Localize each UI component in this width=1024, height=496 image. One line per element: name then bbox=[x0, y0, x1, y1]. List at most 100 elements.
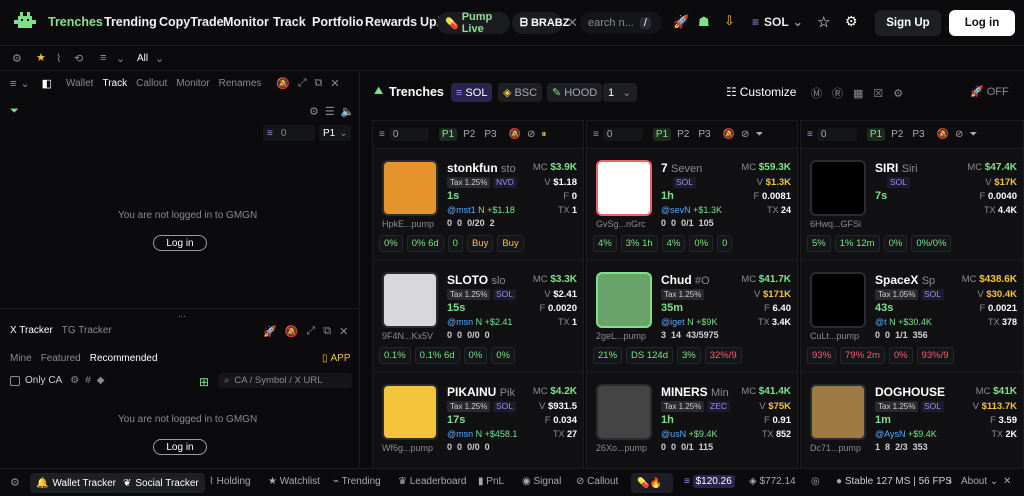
gmgn-logo[interactable] bbox=[14, 12, 36, 32]
m-icon[interactable]: Ⓜ bbox=[811, 85, 822, 101]
nav-monitor[interactable]: Monitor bbox=[223, 15, 269, 29]
tracker-login-button[interactable]: Log in bbox=[153, 439, 207, 455]
sign-up-button[interactable]: Sign Up bbox=[875, 10, 941, 36]
expand-icon[interactable]: ⤢ bbox=[298, 77, 307, 90]
nav-trending[interactable]: Trending bbox=[104, 15, 157, 29]
token-address[interactable]: 9F4N...Kx5V bbox=[382, 331, 452, 341]
rocket-icon[interactable]: 🚀 bbox=[673, 14, 689, 30]
preset-p1[interactable]: P1 bbox=[438, 128, 458, 141]
tab-wallet[interactable]: Wallet bbox=[66, 78, 93, 89]
chain-tab-hood[interactable]: ✎ HOOD bbox=[547, 83, 603, 102]
callout-link[interactable]: ⊘ Callout bbox=[576, 476, 618, 487]
token-address[interactable]: Dc71...pump bbox=[810, 443, 880, 453]
chain-tab-sol[interactable]: ≡ SOL bbox=[451, 83, 493, 102]
token-avatar[interactable] bbox=[382, 160, 438, 216]
popout-icon[interactable]: ⧉ bbox=[315, 77, 323, 90]
chevron-down-icon[interactable]: ⌄ bbox=[116, 52, 125, 65]
discord-icon[interactable]: ◎ bbox=[811, 476, 820, 487]
nav-track[interactable]: Track bbox=[273, 15, 306, 29]
add-tracker-icon[interactable]: ⊞ bbox=[199, 375, 209, 389]
buy-button[interactable]: Buy bbox=[497, 235, 524, 252]
gear-icon[interactable]: ⚙ bbox=[845, 13, 858, 30]
token-address[interactable]: HpkE...pump bbox=[382, 219, 452, 229]
rocket-icon[interactable]: 🚀 bbox=[263, 325, 277, 338]
chart-icon[interactable]: ⌇ bbox=[56, 52, 61, 65]
token-card[interactable]: HpkE...pump stonkfun sto MC $3.9K V $1.18 F … bbox=[373, 149, 583, 261]
bell-off-icon[interactable]: 🔕 bbox=[509, 129, 521, 140]
token-address[interactable]: Wf6g...pump bbox=[382, 443, 452, 453]
preset-p3[interactable]: P3 bbox=[909, 128, 927, 141]
preset-p2[interactable]: P2 bbox=[888, 128, 906, 141]
eye-off-icon[interactable]: ⊘ bbox=[527, 129, 535, 140]
favorite-star-icon[interactable]: ★ bbox=[36, 51, 46, 64]
bell-off-icon[interactable]: 🔕 bbox=[723, 129, 735, 140]
watchlist-link[interactable]: ★ Watchlist bbox=[268, 476, 320, 487]
preset-p1[interactable]: P1 bbox=[652, 128, 672, 141]
wallet-login-button[interactable]: Log in bbox=[153, 235, 207, 251]
chevron-down-icon[interactable]: ⌄ bbox=[20, 77, 29, 90]
volume-icon[interactable]: 🔈 bbox=[341, 105, 355, 118]
solana-icon[interactable]: ≡ bbox=[10, 78, 16, 90]
token-name[interactable]: PIKAINU Pik bbox=[447, 385, 523, 399]
filter-mine[interactable]: Mine bbox=[10, 353, 32, 364]
preset-p2[interactable]: P2 bbox=[674, 128, 692, 141]
eye-off-icon[interactable]: ⊘ bbox=[955, 129, 963, 140]
token-name[interactable]: stonkfun sto bbox=[447, 161, 523, 175]
token-name[interactable]: SIRI Siri bbox=[875, 161, 951, 175]
hash-icon[interactable]: # bbox=[85, 375, 91, 386]
token-avatar[interactable] bbox=[596, 384, 652, 440]
language-icon[interactable]: ◐ bbox=[948, 476, 954, 487]
tab-track[interactable]: Track bbox=[102, 78, 127, 89]
column-amount-input[interactable]: 0 bbox=[816, 128, 857, 141]
token-card[interactable]: GvSg...nGrc 7 Seven MC $59.3K V $1.3K F 0.00… bbox=[587, 149, 797, 261]
dev-handle[interactable]: @AysN bbox=[875, 429, 905, 439]
tracker-search-input[interactable]: ⌕ CA / Symbol / X URL bbox=[218, 373, 352, 388]
preset-selector[interactable]: P1 ⌄ bbox=[319, 125, 351, 141]
token-address[interactable]: 2geL...pump bbox=[596, 331, 666, 341]
dev-handle[interactable]: @iget bbox=[661, 317, 685, 327]
auto-off-toggle[interactable]: 🚀 OFF bbox=[970, 85, 1009, 99]
x-social-icon[interactable]: ✕ bbox=[1003, 476, 1011, 487]
preset-p2[interactable]: P2 bbox=[460, 128, 478, 141]
close-icon[interactable]: ✕ bbox=[567, 15, 578, 31]
token-name[interactable]: 7 Seven bbox=[661, 161, 737, 175]
robot-icon[interactable]: ☗ bbox=[698, 14, 710, 30]
tab-renames[interactable]: Renames bbox=[219, 78, 262, 89]
token-name[interactable]: MINERS Min bbox=[661, 385, 737, 399]
pump-live-button[interactable]: 💊 Pump Live bbox=[437, 11, 510, 35]
panel-layout-icon[interactable]: ◧ bbox=[42, 77, 52, 90]
social-tracker-button[interactable]: ❦ Social Tracker bbox=[117, 473, 205, 493]
history-icon[interactable]: ⟲ bbox=[74, 52, 83, 65]
token-name[interactable]: SpaceX Sp bbox=[875, 273, 951, 287]
filter-recommended[interactable]: Recommended bbox=[90, 353, 158, 364]
amount-input[interactable]: ≡ 0 bbox=[263, 125, 315, 141]
dev-handle[interactable]: @mst1 bbox=[447, 205, 476, 215]
token-avatar[interactable] bbox=[810, 272, 866, 328]
dev-handle[interactable]: @msn bbox=[447, 429, 473, 439]
nav-portfolio[interactable]: Portfolio bbox=[312, 15, 363, 29]
buy-button[interactable]: Buy bbox=[466, 235, 494, 252]
tag-icon[interactable]: ◆ bbox=[97, 375, 105, 386]
chain-selector[interactable]: ≡ SOL ⌄ bbox=[752, 15, 803, 29]
log-in-button[interactable]: Log in bbox=[949, 10, 1015, 36]
only-ca-checkbox[interactable]: Only CA ⚙ # ◆ bbox=[10, 375, 104, 386]
tab-x-tracker[interactable]: X Tracker bbox=[10, 325, 53, 336]
token-card[interactable]: 2geL...pump Chud #O MC $41.7K V $171K F 6.40… bbox=[587, 261, 797, 373]
token-card[interactable]: CuLt...pump SpaceX Sp MC $438.6K V $30.4K F … bbox=[801, 261, 1023, 373]
about-link[interactable]: About ⌄ bbox=[961, 476, 998, 487]
tab-callout[interactable]: Callout bbox=[136, 78, 167, 89]
dev-handle[interactable]: @t bbox=[875, 317, 887, 327]
dev-handle[interactable]: @msn bbox=[447, 317, 473, 327]
resize-handle-icon[interactable]: ⋯ bbox=[178, 312, 186, 321]
pause-icon[interactable]: ⏸ bbox=[541, 129, 546, 140]
filter-icon[interactable]: ⏷ bbox=[755, 129, 763, 140]
pnl-link[interactable]: ▮ PnL bbox=[478, 476, 504, 487]
customize-button[interactable]: ☷ Customize bbox=[726, 85, 796, 99]
chain-tab-bsc[interactable]: ◈ BSC bbox=[498, 83, 543, 102]
token-address[interactable]: 6Hwq...GFSi bbox=[810, 219, 880, 229]
solana-filter-icon[interactable]: ≡ bbox=[100, 52, 106, 64]
settings-icon[interactable]: ⚙ bbox=[12, 52, 22, 65]
filter-icon[interactable]: ⏷ bbox=[10, 105, 19, 118]
r-icon[interactable]: Ⓡ bbox=[832, 85, 843, 101]
filter-icon[interactable]: ⏷ bbox=[969, 129, 977, 140]
